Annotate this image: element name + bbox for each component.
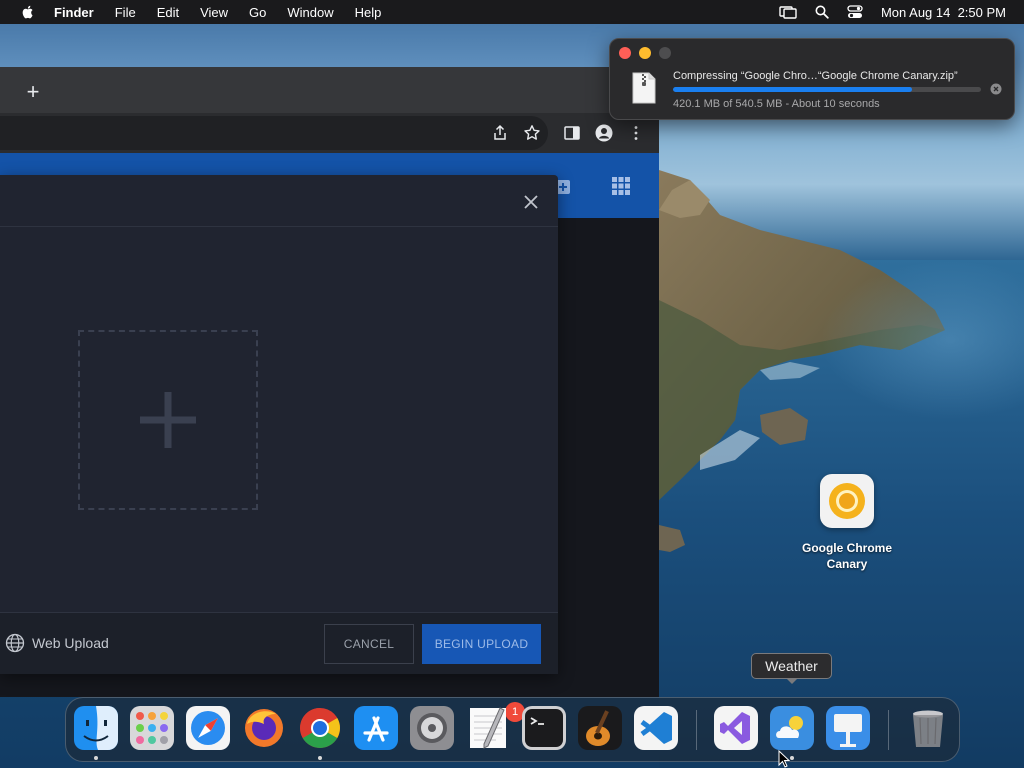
apple-icon[interactable]	[20, 4, 36, 20]
web-upload-link[interactable]: Web Upload	[5, 633, 109, 653]
visual-studio-icon[interactable]	[714, 706, 758, 750]
web-upload-label: Web Upload	[32, 635, 109, 651]
menu-view[interactable]: View	[200, 5, 228, 20]
share-icon[interactable]	[491, 124, 509, 142]
begin-upload-button[interactable]: BEGIN UPLOAD	[422, 624, 541, 664]
close-icon[interactable]	[521, 192, 541, 212]
desktop-item-label-line2: Canary	[826, 557, 868, 571]
dialog-header	[0, 175, 558, 227]
desktop-item-chrome-canary[interactable]: Google Chrome Canary	[792, 474, 902, 572]
browser-toolbar	[0, 113, 659, 153]
side-panel-icon[interactable]	[563, 124, 581, 142]
dock-tooltip: Weather	[751, 653, 832, 679]
new-tab-button[interactable]: +	[20, 81, 46, 107]
menu-bar: Finder File Edit View Go Window Help Mon…	[0, 0, 1024, 24]
address-bar[interactable]	[0, 116, 548, 150]
apps-grid-icon[interactable]	[612, 177, 630, 195]
system-settings-icon[interactable]	[410, 706, 454, 750]
keynote-icon[interactable]	[826, 706, 870, 750]
menu-go[interactable]: Go	[249, 5, 266, 20]
profile-icon[interactable]	[595, 124, 613, 142]
sea-glow	[820, 260, 1024, 420]
stop-compression-icon[interactable]	[990, 83, 1002, 95]
control-center-icon[interactable]	[847, 5, 863, 19]
menu-kebab-icon[interactable]	[627, 124, 645, 142]
finder-icon[interactable]	[74, 706, 118, 750]
launchpad-icon[interactable]	[130, 706, 174, 750]
garageband-icon[interactable]	[578, 706, 622, 750]
screen-mirroring-icon[interactable]	[779, 5, 797, 19]
dock-separator	[696, 710, 697, 750]
cancel-button[interactable]: CANCEL	[324, 624, 414, 664]
desktop-item-label: Google Chrome Canary	[792, 540, 902, 572]
dock: 1	[65, 697, 960, 762]
terminal-icon[interactable]	[522, 706, 566, 750]
weather-icon[interactable]	[770, 706, 814, 750]
chrome-icon[interactable]	[298, 706, 342, 750]
upload-dialog: Web Upload CANCEL BEGIN UPLOAD	[0, 175, 558, 674]
zip-file-icon	[632, 72, 656, 104]
menu-bar-status: Mon Aug 14 2:50 PM	[779, 0, 1006, 24]
menu-window[interactable]: Window	[287, 5, 333, 20]
window-minimize-button[interactable]	[639, 47, 651, 59]
finder-running-dot	[94, 756, 98, 760]
globe-icon	[5, 633, 25, 653]
add-icon[interactable]	[556, 180, 570, 194]
trash-icon[interactable]	[906, 706, 950, 750]
compression-progress-fill	[673, 87, 913, 92]
firefox-icon[interactable]	[242, 706, 286, 750]
chrome-running-dot	[318, 756, 322, 760]
compression-detail: 420.1 MB of 540.5 MB - About 10 seconds	[673, 98, 880, 110]
app-store-icon[interactable]	[354, 706, 398, 750]
dock-separator-trash	[888, 710, 889, 750]
mouse-cursor-icon	[778, 750, 790, 768]
menu-help[interactable]: Help	[355, 5, 382, 20]
spotlight-search-icon[interactable]	[815, 5, 829, 19]
textedit-icon[interactable]	[466, 706, 510, 750]
upload-dropzone[interactable]	[78, 330, 258, 510]
browser-tab-strip: +	[0, 67, 659, 113]
compression-progress-window: Compressing “Google Chro…“Google Chrome …	[609, 38, 1015, 120]
menu-edit[interactable]: Edit	[157, 5, 179, 20]
window-close-button[interactable]	[619, 47, 631, 59]
safari-icon[interactable]	[186, 706, 230, 750]
window-zoom-button	[659, 47, 671, 59]
weather-running-dot	[790, 756, 794, 760]
menu-bar-clock[interactable]: Mon Aug 14 2:50 PM	[881, 5, 1006, 20]
compression-progress-bar	[673, 87, 981, 92]
dock-tooltip-arrow	[786, 678, 798, 684]
dialog-footer: Web Upload CANCEL BEGIN UPLOAD	[0, 612, 558, 674]
plus-icon	[140, 392, 196, 448]
bookmark-star-icon[interactable]	[523, 124, 541, 142]
chrome-canary-icon	[820, 474, 874, 528]
menu-file[interactable]: File	[115, 5, 136, 20]
menu-finder[interactable]: Finder	[54, 5, 94, 20]
desktop-item-label-line1: Google Chrome	[801, 541, 892, 555]
compression-title: Compressing “Google Chro…“Google Chrome …	[673, 70, 958, 82]
vscode-icon[interactable]	[634, 706, 678, 750]
